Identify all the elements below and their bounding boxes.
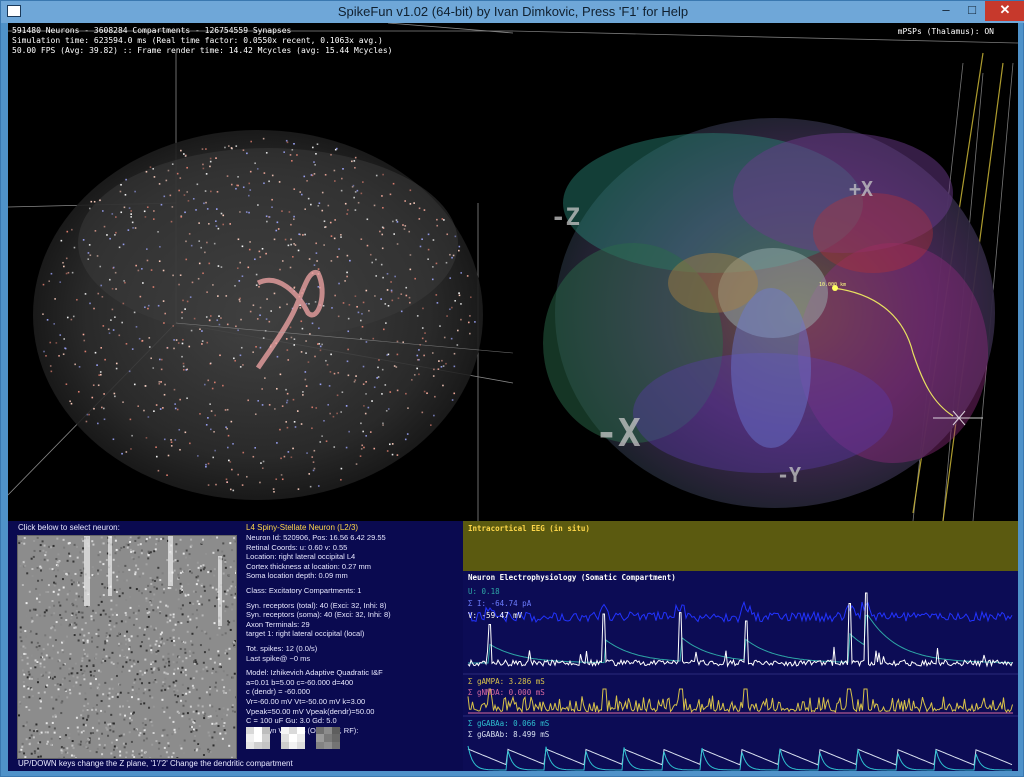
weight-cell [246, 741, 254, 749]
cortical-slice-texture [18, 536, 236, 758]
info-line: Class: Excitatory Compartments: 1 [246, 585, 362, 595]
gampa-label: Σ gAMPA: 3.286 mS [468, 677, 545, 686]
weight-cell [289, 727, 297, 735]
app-window: SpikeFun v1.02 (64-bit) by Ivan Dimkovic… [0, 0, 1024, 777]
weight-cell [316, 727, 324, 735]
info-line: Syn. receptors (soma): 40 (Exci: 32, Inh… [246, 610, 391, 620]
weight-cell [316, 734, 324, 742]
voltage-trace [467, 592, 1013, 668]
weight-cell [324, 741, 332, 749]
weight-cell [281, 734, 289, 742]
close-button[interactable]: ✕ [985, 1, 1024, 21]
lgn-weights-on [246, 727, 270, 749]
weight-cell [289, 741, 297, 749]
electrophysiology-traces [463, 592, 1018, 771]
weight-cell [254, 727, 262, 735]
ephys-title: Neuron Electrophysiology (Somatic Compar… [468, 573, 676, 582]
current-trace [467, 600, 1013, 624]
info-line: target 1: right lateral occipital (local… [246, 629, 365, 639]
info-line: Vr=-60.00 mV Vt=-50.00 mV k=3.00 [246, 696, 366, 706]
bottom-panel: Click below to select neuron: UP/DOWN ke… [8, 521, 1018, 771]
weight-cell [246, 734, 254, 742]
weight-cell [324, 727, 332, 735]
mpsps-status: mPSPs (Thalamus): ON [897, 27, 994, 36]
scale-marker-label: 10.000 km [819, 282, 847, 288]
weight-cell [262, 727, 270, 735]
brain-point-cloud [8, 23, 513, 521]
axis-label-neg-y: -Y [777, 463, 802, 487]
minimize-button[interactable]: – [933, 1, 959, 21]
current-label: Σ I: -64.74 pA [468, 599, 532, 608]
window-title: SpikeFun v1.02 (64-bit) by Ivan Dimkovic… [337, 4, 689, 19]
neuron-info-panel: L4 Spiny-Stellate Neuron (L2/3) Neuron I… [246, 523, 458, 769]
stats-line-2: Simulation time: 623594.0 ms (Real time … [12, 36, 383, 45]
info-line: Axon Terminals: 29 [246, 619, 310, 629]
neuron-3d-view[interactable]: 591480 Neurons - 3608284 Compartments - … [8, 23, 513, 521]
ggabab-label: Σ gGABAb: 8.499 mS [468, 730, 550, 739]
lgn-weights-rf [316, 727, 340, 749]
u-trace [468, 614, 1012, 664]
weight-cell [324, 734, 332, 742]
weight-cell [297, 741, 305, 749]
weight-cell [246, 727, 254, 735]
axis-label-neg-x: -X [595, 411, 641, 455]
lgn-weights-off [281, 727, 305, 749]
stats-line-1: 591480 Neurons - 3608284 Compartments - … [12, 26, 292, 35]
info-line: Model: Izhikevich Adaptive Quadratic I&F [246, 668, 383, 678]
client-area: 591480 Neurons - 3608284 Compartments - … [8, 23, 1018, 771]
axis-label-neg-z: -Z [551, 203, 580, 231]
ggabaa-label: Σ gGABAa: 0.066 mS [468, 719, 550, 728]
eeg-title: Intracortical EEG (in situ) [468, 524, 590, 533]
info-line: Vpeak=50.00 mV Vpeak(dendr)=50.00 [246, 706, 375, 716]
weight-cell [262, 741, 270, 749]
gampa-trace [467, 688, 1013, 714]
weight-cell [332, 741, 340, 749]
weight-cell [254, 741, 262, 749]
weight-cell [281, 741, 289, 749]
gnmda-label: Σ gNMDA: 0.000 mS [468, 688, 545, 697]
stats-line-3: 50.00 FPS (Avg: 39.82) :: Frame render t… [12, 46, 393, 55]
info-line: Retinal Coords: u: 0.60 v: 0.55 [246, 542, 348, 552]
info-line: Location: right lateral occipital L4 [246, 552, 356, 562]
info-line: LGN Syn Weights (ON, OFF, RF): [246, 725, 359, 735]
neuron-selector-image[interactable] [17, 535, 237, 759]
info-line: Neuron Id: 520906, Pos: 16.56 6.42 29.55 [246, 533, 386, 542]
info-line: Syn. receptors (total): 40 (Exci: 32, In… [246, 600, 387, 610]
u-label: U: 0.18 [468, 587, 500, 596]
ggabab-trace [467, 748, 1013, 766]
maximize-button[interactable]: □ [959, 1, 985, 21]
info-line: c (dendr) = -60.000 [246, 687, 310, 697]
weight-cell [281, 727, 289, 735]
weight-cell [316, 741, 324, 749]
info-line: Tot. spikes: 12 (0.0/s) [246, 643, 318, 653]
neuron-title: L4 Spiny-Stellate Neuron (L2/3) [246, 523, 359, 532]
info-line: a=0.01 b=5.00 c=-60.000 d=400 [246, 677, 354, 687]
brain-anatomy-3d-view[interactable]: mPSPs (Thalamus): ON -Z +X -X -Y 10.000 … [513, 23, 1018, 521]
title-bar[interactable]: SpikeFun v1.02 (64-bit) by Ivan Dimkovic… [1, 1, 1024, 23]
weight-cell [254, 734, 262, 742]
weight-cell [289, 734, 297, 742]
eeg-panel: Intracortical EEG (in situ) [463, 521, 1018, 571]
electrophysiology-panel: Neuron Electrophysiology (Somatic Compar… [463, 571, 1018, 771]
weight-cell [297, 734, 305, 742]
voltage-label: V: -59.47 mV [468, 611, 523, 620]
weight-cell [332, 734, 340, 742]
info-line: Soma location depth: 0.09 mm [246, 571, 348, 581]
weight-cell [297, 727, 305, 735]
brain-anatomy-render [513, 30, 1018, 521]
weight-cell [262, 734, 270, 742]
ggabaa-trace [467, 745, 1012, 771]
weight-cell [332, 727, 340, 735]
info-line: C = 100 uF Gu: 3.0 Gd: 5.0 [246, 716, 337, 726]
info-line: Last spike@ ~0 ms [246, 653, 311, 663]
select-neuron-hint: Click below to select neuron: [18, 523, 120, 532]
info-line: Cortex thickness at location: 0.27 mm [246, 561, 372, 571]
axis-label-pos-x: +X [849, 177, 874, 201]
